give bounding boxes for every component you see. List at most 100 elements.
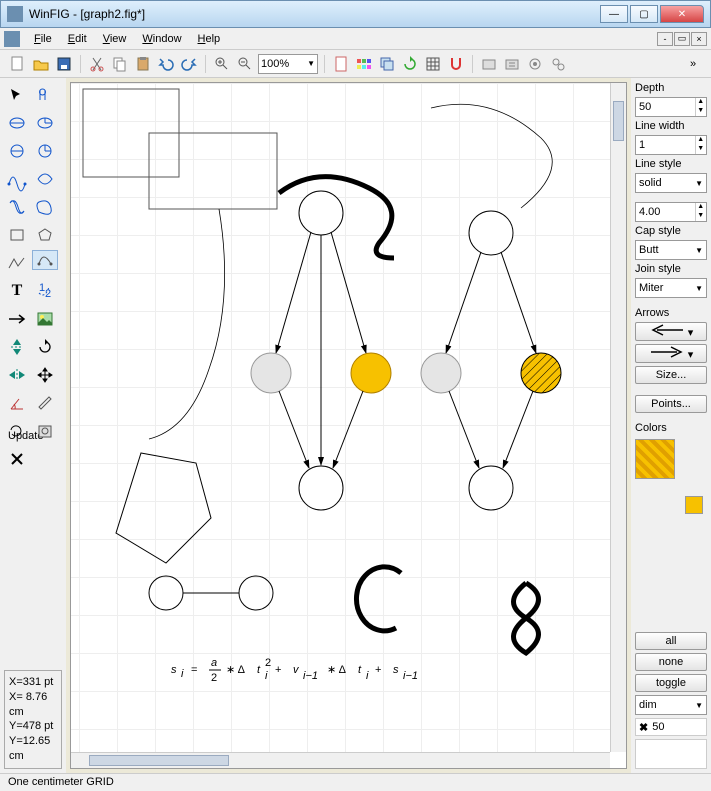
colors-label: Colors [635,422,707,434]
image-tool[interactable] [32,306,58,332]
svg-text:s: s [393,664,399,676]
zoom-value: 100% [261,58,289,70]
update-tool[interactable]: Update [4,418,30,444]
measure-tool[interactable] [32,390,58,416]
layers-icon[interactable] [377,54,397,74]
library-tool[interactable] [32,418,58,444]
svg-text:a: a [211,657,217,669]
paste-icon[interactable] [133,54,153,74]
arrow-tool[interactable] [4,306,30,332]
status-bar: One centimeter GRID [0,773,711,791]
anchor-tool[interactable] [32,82,58,108]
capstyle-select[interactable]: Butt▼ [635,240,707,260]
flip-v-tool[interactable] [4,334,30,360]
settings2-icon[interactable] [548,54,568,74]
menu-file[interactable]: File [26,31,60,47]
interp-spline-tool[interactable] [4,194,30,220]
polygon-tool[interactable] [32,222,58,248]
none-button[interactable]: none [635,653,707,671]
rotate-tool[interactable] [32,334,58,360]
arrows-label: Arrows [635,307,707,319]
depth-spinner[interactable]: ▲▼ [635,97,707,117]
mdi-restore[interactable]: ▭ [674,32,690,46]
mdi-minimize[interactable]: - [657,32,673,46]
dim-list[interactable] [635,739,707,769]
menu-edit[interactable]: Edit [60,31,95,47]
size-button[interactable]: Size... [635,366,707,384]
coord-y-pt: Y=478 pt [9,719,57,734]
drawing-canvas[interactable]: s i = a 2 ∗ Δ t 2 i + v i−1 ∗ Δ t i + s … [71,83,610,752]
menu-help[interactable]: Help [190,31,229,47]
dim-list-row[interactable]: ✖50 [635,718,707,736]
svg-text:v: v [293,664,300,676]
closed-curve-tool[interactable] [32,194,58,220]
linestyle-select[interactable]: solid▼ [635,173,707,193]
new-icon[interactable] [8,54,28,74]
arrow-fwd-button[interactable]: ▾ [635,344,707,363]
copy-icon[interactable] [110,54,130,74]
svg-text:t: t [257,664,261,676]
linewidth-label: Line width [635,120,707,132]
polyline-tool[interactable] [4,250,30,276]
svg-text:+: + [275,664,281,676]
circle-rad-tool[interactable] [32,138,58,164]
all-button[interactable]: all [635,632,707,650]
ellipse-diam-tool[interactable] [4,110,30,136]
lib2-icon[interactable] [502,54,522,74]
pointer-tool[interactable] [4,82,30,108]
close-button[interactable]: ✕ [660,5,704,23]
toggle-button[interactable]: toggle [635,674,707,692]
snap-icon[interactable] [446,54,466,74]
titlebar: WinFIG - [graph2.fig*] — ▢ ✕ [0,0,711,28]
rectangle-tool[interactable] [4,222,30,248]
arrow-back-button[interactable]: ▾ [635,322,707,341]
flip-h-tool[interactable] [4,362,30,388]
undo-icon[interactable] [156,54,176,74]
lib1-icon[interactable] [479,54,499,74]
zoom-select[interactable]: 100%▼ [258,54,318,74]
page-icon[interactable] [331,54,351,74]
minimize-button[interactable]: — [600,5,628,23]
redo-icon[interactable] [179,54,199,74]
delete-tool[interactable] [4,446,30,472]
menu-view[interactable]: View [95,31,135,47]
open-icon[interactable] [31,54,51,74]
zoom-out-icon[interactable] [235,54,255,74]
cut-icon[interactable] [87,54,107,74]
menu-window[interactable]: Window [134,31,189,47]
pen-swatch[interactable] [685,496,703,514]
svg-text:=: = [191,664,197,676]
spline-open-tool[interactable] [4,166,30,192]
capstyle-label: Cap style [635,225,707,237]
spline-closed-tool[interactable] [32,166,58,192]
dim-select[interactable]: dim▼ [635,695,707,715]
save-icon[interactable] [54,54,74,74]
linewidth-spinner[interactable]: ▲▼ [635,135,707,155]
arc-tool[interactable] [32,250,58,270]
maximize-button[interactable]: ▢ [630,5,658,23]
zoom-in-icon[interactable] [212,54,232,74]
text-tool[interactable]: T [4,278,30,304]
settings-icon[interactable] [525,54,545,74]
svg-text:+: + [375,664,381,676]
overflow-icon[interactable]: » [683,54,703,74]
angle-tool[interactable] [4,390,30,416]
grid-icon[interactable] [423,54,443,74]
coordinate-readout: X=331 pt X= 8.76 cm Y=478 pt Y=12.65 cm [4,670,62,769]
app-icon [7,6,23,22]
mdi-close[interactable]: × [691,32,707,46]
refresh-icon[interactable] [400,54,420,74]
points-button[interactable]: Points... [635,395,707,413]
ellipse-rad-tool[interactable] [32,110,58,136]
vertical-scrollbar[interactable] [610,83,626,752]
fill-swatch[interactable] [635,439,675,479]
joinstyle-select[interactable]: Miter▼ [635,278,707,298]
formula-text: s [171,664,177,676]
dash-spinner[interactable]: ▲▼ [635,202,707,222]
depth-label: Depth [635,82,707,94]
palette-icon[interactable] [354,54,374,74]
circle-diam-tool[interactable] [4,138,30,164]
move-tool[interactable] [32,362,58,388]
dimension-tool[interactable]: 12 [32,278,58,304]
horizontal-scrollbar[interactable] [71,752,610,768]
